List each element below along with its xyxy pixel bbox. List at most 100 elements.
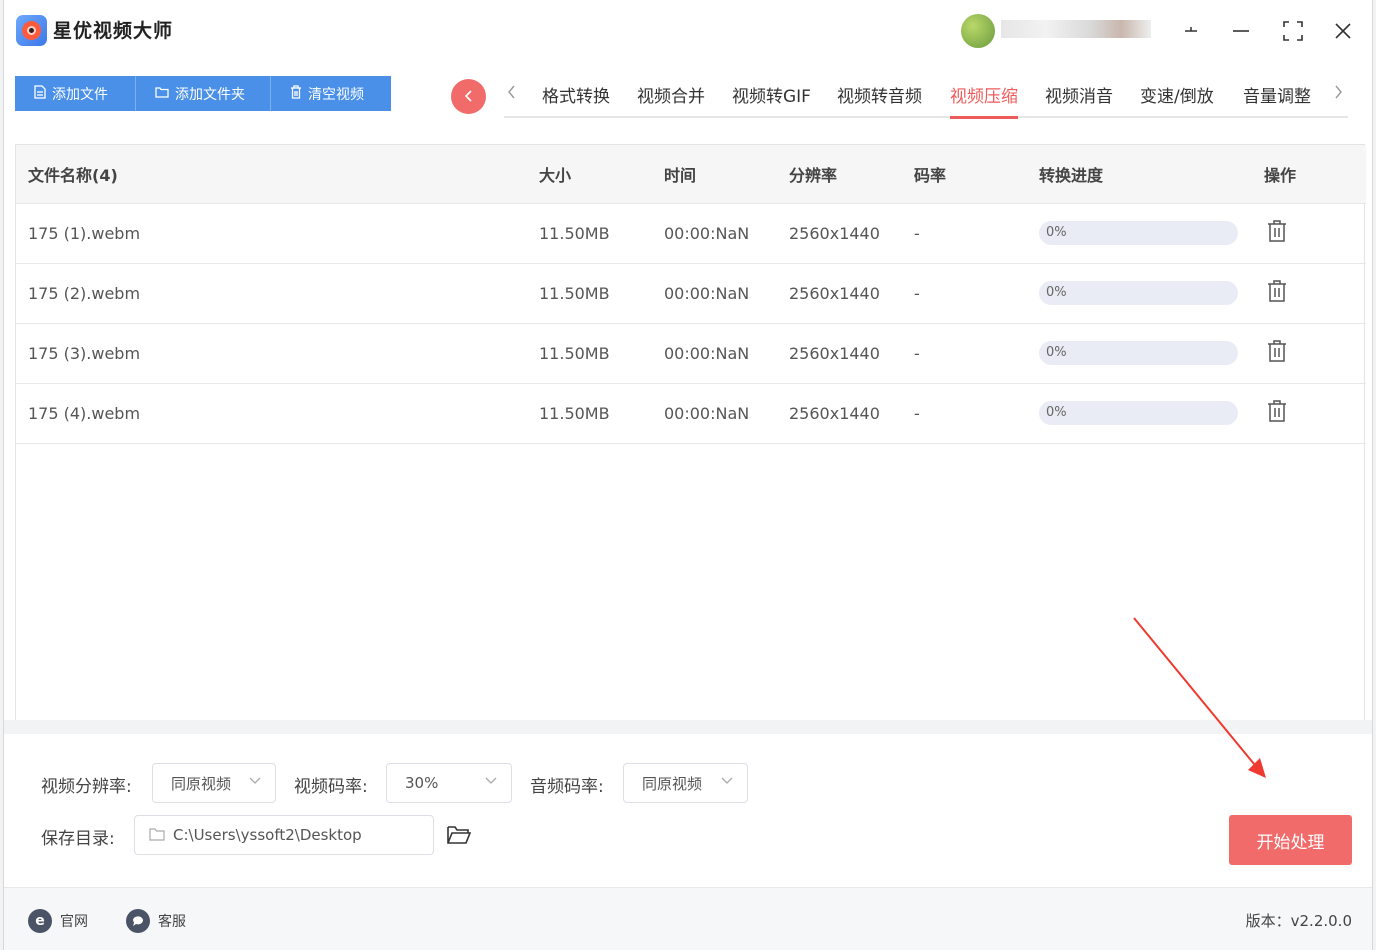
chevron-down-icon xyxy=(721,774,733,789)
user-account[interactable] xyxy=(961,12,1161,48)
progress-bar: 0% xyxy=(1039,401,1238,425)
chat-bubble-icon xyxy=(126,909,150,933)
save-dir-value: C:\Users\yssoft2\Desktop xyxy=(173,826,362,844)
folder-icon xyxy=(149,827,165,845)
table-row[interactable]: 175 (1).webm 11.50MB 00:00:NaN 2560x1440… xyxy=(16,203,1366,264)
app-logo-icon xyxy=(16,15,47,46)
progress-bar: 0% xyxy=(1039,341,1238,365)
cell-bitrate: - xyxy=(902,263,1027,324)
header-filename: 文件名称(4) xyxy=(16,145,527,204)
video-resolution-value: 同原视频 xyxy=(171,774,232,793)
cell-time: 00:00:NaN xyxy=(652,323,777,384)
save-dir-input[interactable]: C:\Users\yssoft2\Desktop xyxy=(134,815,434,855)
cell-time: 00:00:NaN xyxy=(652,203,777,264)
clear-video-label: 清空视频 xyxy=(308,86,364,103)
file-icon xyxy=(34,84,46,103)
cell-progress: 0% xyxy=(1027,383,1252,444)
open-folder-icon[interactable] xyxy=(446,824,472,850)
table-row[interactable]: 175 (4).webm 11.50MB 00:00:NaN 2560x1440… xyxy=(16,383,1366,444)
video-resolution-select[interactable]: 同原视频 xyxy=(152,763,276,803)
delete-icon[interactable] xyxy=(1267,219,1287,243)
header-progress: 转换进度 xyxy=(1027,145,1252,204)
tab-video-to-gif[interactable]: 视频转GIF xyxy=(732,82,811,107)
header-bitrate: 码率 xyxy=(902,145,1027,204)
website-link[interactable]: e 官网 xyxy=(28,909,88,933)
cell-progress: 0% xyxy=(1027,203,1252,264)
video-bitrate-value: 30% xyxy=(405,774,439,792)
cell-size: 11.50MB xyxy=(527,263,652,324)
chevron-left-icon xyxy=(464,87,474,106)
version-text: 版本：v2.2.0.0 xyxy=(1245,912,1352,930)
header-resolution: 分辨率 xyxy=(777,145,902,204)
audio-bitrate-label: 音频码率: xyxy=(530,777,604,797)
trash-icon xyxy=(290,84,302,103)
progress-text: 0% xyxy=(1046,285,1067,300)
support-link[interactable]: 客服 xyxy=(126,909,186,933)
cell-resolution: 2560x1440 xyxy=(777,323,902,384)
table-row[interactable]: 175 (2).webm 11.50MB 00:00:NaN 2560x1440… xyxy=(16,263,1366,324)
add-file-label: 添加文件 xyxy=(52,86,108,103)
cell-progress: 0% xyxy=(1027,263,1252,324)
delete-icon[interactable] xyxy=(1267,279,1287,303)
progress-text: 0% xyxy=(1046,405,1067,420)
tab-speed-reverse[interactable]: 变速/倒放 xyxy=(1140,82,1214,107)
title-bar: 星优视频大师 xyxy=(4,0,1372,62)
cell-filename: 175 (3).webm xyxy=(16,323,527,384)
progress-bar: 0% xyxy=(1039,281,1238,305)
function-tabs: 格式转换 视频合并 视频转GIF 视频转音频 视频压缩 视频消音 变速/倒放 音… xyxy=(504,76,1348,119)
cell-time: 00:00:NaN xyxy=(652,263,777,324)
tabs-scroll-right-icon[interactable] xyxy=(1334,84,1342,103)
header-actions: 操作 xyxy=(1252,145,1366,204)
cell-bitrate: - xyxy=(902,203,1027,264)
tab-volume-adjust[interactable]: 音量调整 xyxy=(1243,82,1311,107)
start-processing-button[interactable]: 开始处理 xyxy=(1229,815,1352,865)
progress-bar: 0% xyxy=(1039,221,1238,245)
add-file-button[interactable]: 添加文件 xyxy=(15,76,136,111)
tab-video-mute[interactable]: 视频消音 xyxy=(1045,82,1113,107)
cell-size: 11.50MB xyxy=(527,203,652,264)
table-row[interactable]: 175 (3).webm 11.50MB 00:00:NaN 2560x1440… xyxy=(16,323,1366,384)
delete-icon[interactable] xyxy=(1267,399,1287,423)
cell-bitrate: - xyxy=(902,323,1027,384)
pin-icon[interactable] xyxy=(1176,16,1206,46)
cell-filename: 175 (1).webm xyxy=(16,203,527,264)
video-bitrate-label: 视频码率: xyxy=(294,777,368,797)
tabs-scroll-left-icon[interactable] xyxy=(508,84,516,103)
tab-video-to-audio[interactable]: 视频转音频 xyxy=(837,82,922,107)
app-title: 星优视频大师 xyxy=(53,20,174,42)
cell-actions xyxy=(1252,323,1366,384)
back-button[interactable] xyxy=(451,79,486,114)
minimize-icon[interactable] xyxy=(1226,16,1256,46)
footer-bar: e 官网 客服 版本：v2.2.0.0 xyxy=(4,887,1372,950)
audio-bitrate-select[interactable]: 同原视频 xyxy=(623,763,748,803)
tab-format-convert[interactable]: 格式转换 xyxy=(542,82,610,107)
tab-video-merge[interactable]: 视频合并 xyxy=(637,82,705,107)
close-icon[interactable] xyxy=(1328,16,1358,46)
app-window: 星优视频大师 添加文件 添加文件夹 清空视频 格式转换 视频合并 视频转GIF … xyxy=(3,0,1373,950)
cell-actions xyxy=(1252,203,1366,264)
tab-video-compress[interactable]: 视频压缩 xyxy=(950,82,1018,119)
maximize-icon[interactable] xyxy=(1278,16,1308,46)
clear-video-button[interactable]: 清空视频 xyxy=(271,76,391,111)
cell-time: 00:00:NaN xyxy=(652,383,777,444)
cell-filename: 175 (4).webm xyxy=(16,383,527,444)
video-resolution-label: 视频分辨率: xyxy=(41,777,132,797)
video-bitrate-select[interactable]: 30% xyxy=(386,763,512,803)
delete-icon[interactable] xyxy=(1267,339,1287,363)
cell-progress: 0% xyxy=(1027,323,1252,384)
add-folder-button[interactable]: 添加文件夹 xyxy=(136,76,271,111)
cell-actions xyxy=(1252,383,1366,444)
avatar[interactable] xyxy=(961,14,995,48)
chevron-down-icon xyxy=(485,774,497,789)
header-size: 大小 xyxy=(527,145,652,204)
save-dir-label: 保存目录: xyxy=(41,829,115,849)
file-toolbar: 添加文件 添加文件夹 清空视频 xyxy=(15,76,391,111)
user-name[interactable] xyxy=(1001,20,1151,38)
support-label: 客服 xyxy=(158,914,186,930)
website-label: 官网 xyxy=(60,914,88,930)
folder-icon xyxy=(155,86,169,102)
audio-bitrate-value: 同原视频 xyxy=(642,774,703,793)
cell-resolution: 2560x1440 xyxy=(777,263,902,324)
add-folder-label: 添加文件夹 xyxy=(175,86,245,103)
cell-bitrate: - xyxy=(902,383,1027,444)
